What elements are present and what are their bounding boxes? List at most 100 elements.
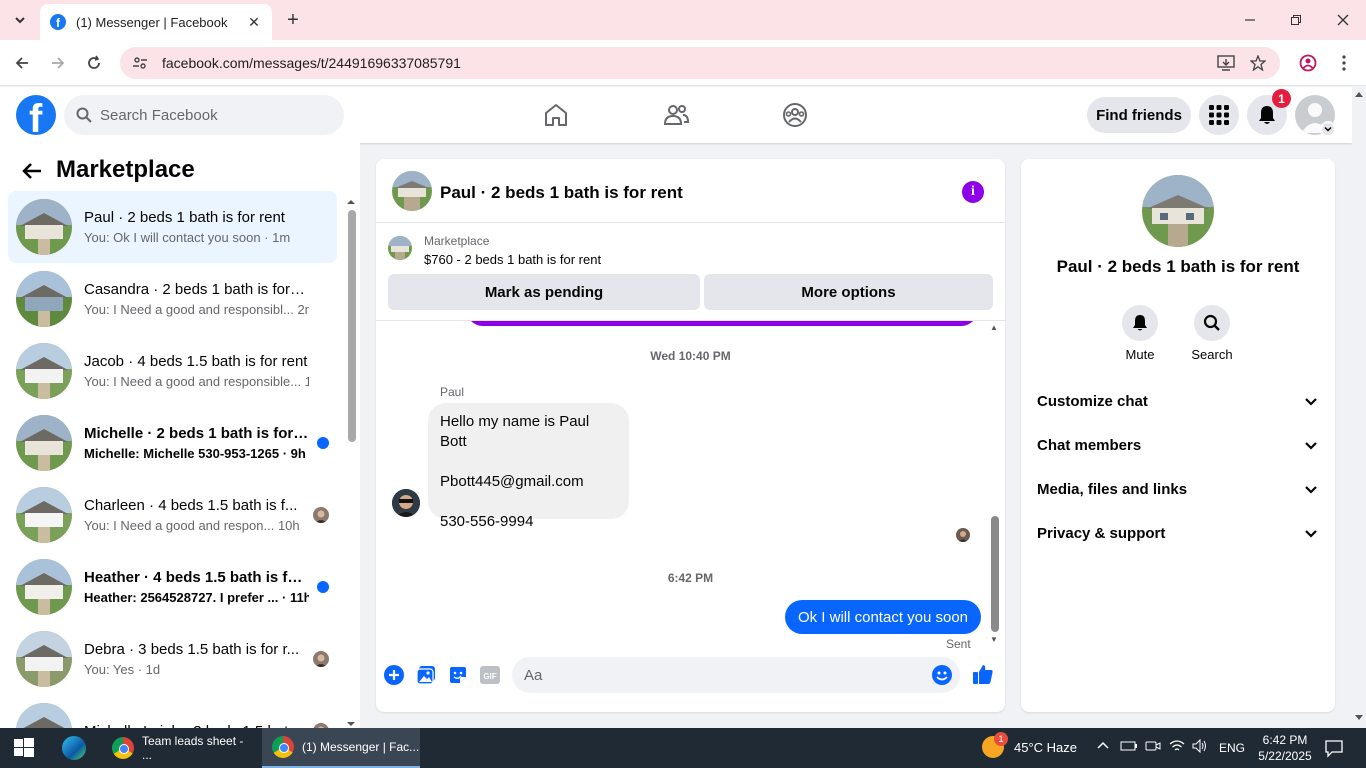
search-input[interactable]	[100, 106, 320, 124]
address-bar[interactable]: facebook.com/messages/t/2449169633708579…	[120, 47, 1280, 79]
listing-thumbnail[interactable]	[388, 236, 412, 260]
system-clock[interactable]: 6:42 PM 5/22/2025	[1253, 732, 1317, 764]
info-section-customize-chat[interactable]: Customize chat	[1029, 379, 1327, 423]
mark-as-pending-button[interactable]: Mark as pending	[388, 274, 700, 310]
message-timestamp: 6:42 PM	[667, 571, 714, 585]
back-arrow-icon[interactable]	[10, 51, 34, 75]
find-friends-button[interactable]: Find friends	[1087, 97, 1191, 133]
input-language[interactable]: ENG	[1219, 741, 1245, 755]
forward-arrow-icon[interactable]	[46, 51, 70, 75]
scroll-up-arrow-icon[interactable]: ▲	[990, 323, 998, 332]
info-icon[interactable]: i	[962, 181, 984, 203]
browser-tab-messenger[interactable]: f (1) Messenger | Facebook ✕	[40, 4, 272, 40]
chrome-icon	[272, 736, 294, 758]
clock-time: 6:42 PM	[1262, 733, 1308, 747]
facebook-favicon-icon: f	[50, 14, 66, 30]
conversation-name: Jacob · 4 beds 1.5 bath is for rent	[84, 353, 308, 370]
conversation-item[interactable]: Charleen · 4 beds 1.5 bath is f... You: I…	[8, 479, 337, 551]
back-arrow-icon[interactable]	[20, 159, 44, 183]
mute-action[interactable]: Mute	[1112, 305, 1168, 362]
facebook-logo-icon[interactable]: f	[16, 95, 56, 135]
chat-avatar[interactable]	[392, 171, 432, 211]
scroll-down-arrow-icon[interactable]: ▼	[990, 635, 998, 644]
info-section-privacy-support[interactable]: Privacy & support	[1029, 511, 1327, 555]
emoji-icon[interactable]	[932, 665, 952, 685]
search-bar[interactable]	[64, 95, 344, 135]
message-scroll-thumb[interactable]	[991, 516, 999, 632]
taskbar-app-team-leads[interactable]: Team leads sheet - ...	[102, 728, 256, 768]
conversation-preview: You: I Need a good and responsible... 1h	[84, 374, 309, 389]
conversation-item[interactable]: Casandra · 2 beds 1 bath is for re... You…	[8, 263, 337, 335]
conversation-name: Debra · 3 beds 1.5 bath is for r...	[84, 641, 300, 658]
chevron-down-icon	[1303, 393, 1319, 409]
conversation-item[interactable]: Michelle · 2 beds 1 bath is for r... Mich…	[8, 407, 337, 479]
bell-icon[interactable]	[1122, 305, 1158, 341]
friends-icon[interactable]	[662, 101, 690, 129]
plus-circle-icon[interactable]	[384, 665, 404, 685]
photo-attach-icon[interactable]	[416, 665, 436, 685]
conversation-item[interactable]: Jacob · 4 beds 1.5 bath is for rent You: …	[8, 335, 337, 407]
page-scrollbar[interactable]	[1352, 87, 1366, 728]
minimize-icon[interactable]	[1232, 6, 1268, 34]
chrome-profile-icon[interactable]	[1296, 51, 1320, 75]
listing-title[interactable]: $760 - 2 beds 1 bath is for rent	[424, 252, 601, 267]
conversation-list-scroll-thumb[interactable]	[348, 210, 356, 442]
chevron-down-icon	[1303, 525, 1319, 541]
conversation-avatar	[16, 631, 72, 687]
sender-avatar[interactable]	[392, 489, 420, 517]
meet-now-icon[interactable]	[1145, 739, 1163, 757]
restore-icon[interactable]	[1278, 6, 1314, 34]
more-options-button[interactable]: More options	[704, 274, 993, 310]
chat-title[interactable]: Paul · 2 beds 1 bath is for rent	[440, 183, 683, 203]
message-input[interactable]	[524, 666, 914, 684]
thumbs-up-like-icon[interactable]	[972, 663, 994, 685]
volume-icon[interactable]	[1192, 739, 1210, 757]
taskbar-app-messenger[interactable]: (1) Messenger | Fac...	[262, 728, 420, 768]
tab-search-chevron-icon[interactable]	[8, 8, 32, 32]
message-line: Hello my name is Paul Bott	[440, 413, 590, 450]
outgoing-message-bubble[interactable]: Ok I will contact you soon	[785, 600, 981, 634]
read-receipt-avatar	[956, 528, 970, 542]
conversation-avatar	[16, 415, 72, 471]
bookmark-star-icon[interactable]	[1246, 51, 1270, 75]
sticker-icon[interactable]	[448, 665, 468, 685]
info-section-media-files-and-links[interactable]: Media, files and links	[1029, 467, 1327, 511]
windows-start-icon[interactable]	[14, 738, 34, 758]
show-hidden-icons-chevron-icon[interactable]	[1096, 739, 1114, 757]
install-app-icon[interactable]	[1214, 51, 1238, 75]
tab-title: (1) Messenger | Facebook	[76, 14, 228, 30]
taskbar-app-label: (1) Messenger | Fac...	[302, 740, 420, 754]
action-center-icon[interactable]	[1324, 738, 1344, 758]
conversation-avatar	[16, 271, 72, 327]
conversation-item[interactable]: Heather · 4 beds 1.5 bath is for... Heath…	[8, 551, 337, 623]
battery-icon[interactable]	[1120, 739, 1138, 757]
weather-text: 45°C Haze	[1014, 739, 1078, 755]
message-input-field[interactable]	[512, 657, 960, 693]
edge-browser-icon[interactable]	[62, 736, 86, 760]
tab-close-icon[interactable]: ✕	[246, 14, 262, 31]
url-text[interactable]: facebook.com/messages/t/2449169633708579…	[162, 55, 461, 71]
search-action[interactable]: Search	[1184, 305, 1240, 362]
weather-widget[interactable]: 1 45°C Haze	[982, 732, 1078, 758]
gif-icon[interactable]: GIF	[480, 665, 500, 685]
mute-label: Mute	[1125, 347, 1155, 362]
home-icon[interactable]	[542, 101, 570, 129]
conversation-item[interactable]: Michelle Leigh · 3 beds 1.5 bat...	[8, 695, 337, 728]
info-panel-title: Paul · 2 beds 1 bath is for rent	[1056, 257, 1300, 276]
site-info-icon[interactable]	[132, 55, 148, 71]
account-chevron-down-icon[interactable]	[1320, 121, 1336, 137]
incoming-message-bubble[interactable]: Hello my name is Paul Bott Pbott445@gmai…	[428, 403, 629, 530]
wifi-icon[interactable]	[1169, 739, 1187, 757]
info-section-chat-members[interactable]: Chat members	[1029, 423, 1327, 467]
menu-grid-icon[interactable]	[1199, 95, 1239, 135]
close-window-icon[interactable]	[1325, 6, 1361, 34]
browser-menu-dots-icon[interactable]	[1332, 51, 1356, 75]
new-tab-plus-icon[interactable]: +	[282, 8, 304, 32]
listing-avatar[interactable]	[1142, 175, 1214, 247]
reload-icon[interactable]	[82, 51, 106, 75]
conversation-avatar	[16, 487, 72, 543]
search-icon[interactable]	[1194, 305, 1230, 341]
groups-icon[interactable]	[781, 101, 809, 129]
conversation-item[interactable]: Debra · 3 beds 1.5 bath is for r... You: …	[8, 623, 337, 695]
conversation-item[interactable]: Paul · 2 beds 1 bath is for rent You: Ok …	[8, 191, 337, 263]
